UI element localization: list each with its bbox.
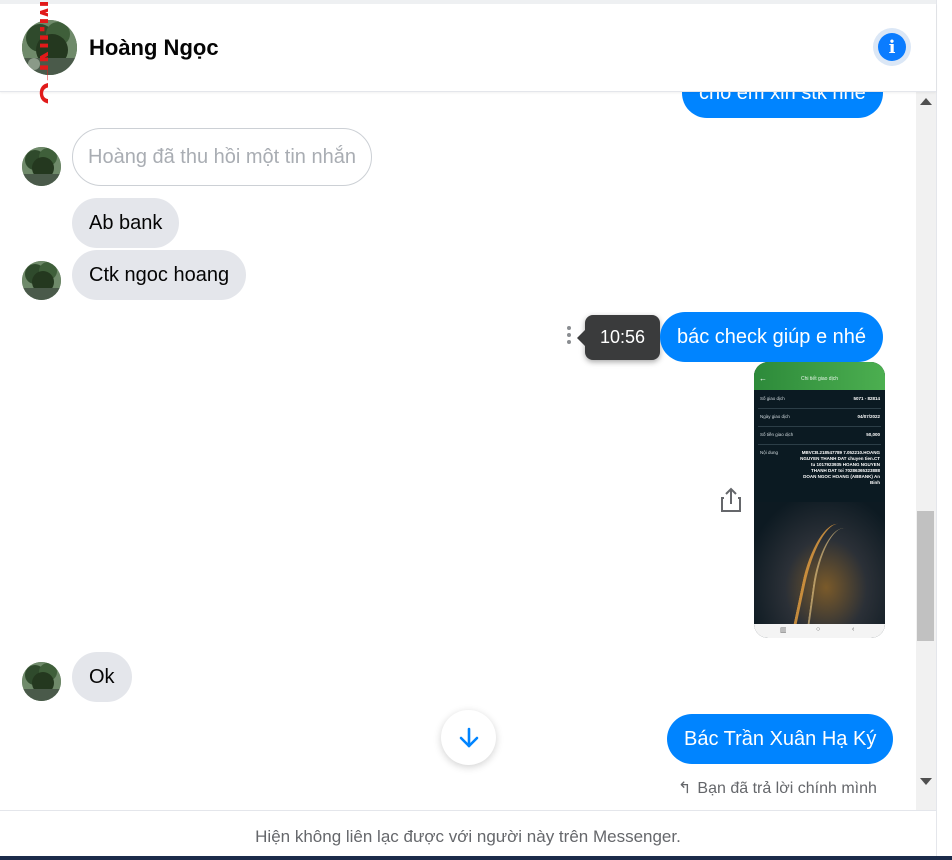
message-outgoing[interactable]: cho em xin stk nhé <box>682 92 883 118</box>
message-outgoing[interactable]: Bác Trần Xuân Hạ Ký <box>667 714 894 764</box>
phone-nav-bar: ▥ ○ ‹ <box>754 624 885 638</box>
receipt-row: Số giao dịch 5071 - 82814 <box>760 396 880 401</box>
message-incoming[interactable]: Ctk ngoc hoang <box>72 250 247 300</box>
share-icon[interactable] <box>718 486 744 514</box>
message-list: cho em xin stk nhé Hoàng đã thu hồi một … <box>0 92 916 810</box>
contact-name[interactable]: Hoàng Ngọc <box>89 35 219 61</box>
message-incoming[interactable]: Ab bank <box>72 198 180 248</box>
unavailable-notice: Hiện không liên lạc được với người này t… <box>0 810 936 856</box>
avatar <box>22 147 61 186</box>
scroll-up-arrow-icon[interactable] <box>920 98 932 105</box>
timestamp-tooltip: 10:56 <box>577 315 660 360</box>
receipt-row: Ngày giao dịch 04/07/2022 <box>760 414 880 419</box>
messenger-window: Hoàng Ngọc i M.INFO cho em xin stk nhé H… <box>0 0 952 860</box>
conversation-info-button[interactable]: i <box>873 28 911 66</box>
scrollbar-thumb[interactable] <box>917 511 934 641</box>
receipt-title: Chi tiết giao dịch <box>801 376 838 382</box>
scroll-to-bottom-button[interactable] <box>441 710 496 765</box>
conversation-header: Hoàng Ngọc i <box>0 4 936 92</box>
receipt-row: Số tiền giao dịch 50,000 <box>760 432 880 437</box>
scroll-down-arrow-icon[interactable] <box>920 778 932 785</box>
reply-indicator: ↰ Bạn đã trả lời chính mình <box>678 780 877 797</box>
info-icon: i <box>878 33 906 61</box>
message-incoming[interactable]: Ok <box>72 652 132 702</box>
reply-icon: ↰ <box>678 780 692 797</box>
receipt-image[interactable]: ← Chi tiết giao dịch Số giao dịch 5071 - … <box>754 362 885 638</box>
avatar <box>22 662 61 701</box>
bottom-bar <box>0 856 952 860</box>
unsent-message-notice: Hoàng đã thu hồi một tin nhắn <box>72 128 372 186</box>
arrow-down-icon <box>459 727 478 747</box>
message-outgoing[interactable]: bác check giúp e nhé <box>660 312 884 362</box>
window-edge <box>936 0 952 860</box>
receipt-content-value: MBVCB.218547789 7.052210.HOANG NGUYEN TH… <box>800 450 880 485</box>
more-options-icon[interactable] <box>565 326 573 348</box>
avatar <box>22 261 61 300</box>
scrollbar[interactable] <box>916 92 936 810</box>
contact-avatar[interactable] <box>22 20 77 75</box>
